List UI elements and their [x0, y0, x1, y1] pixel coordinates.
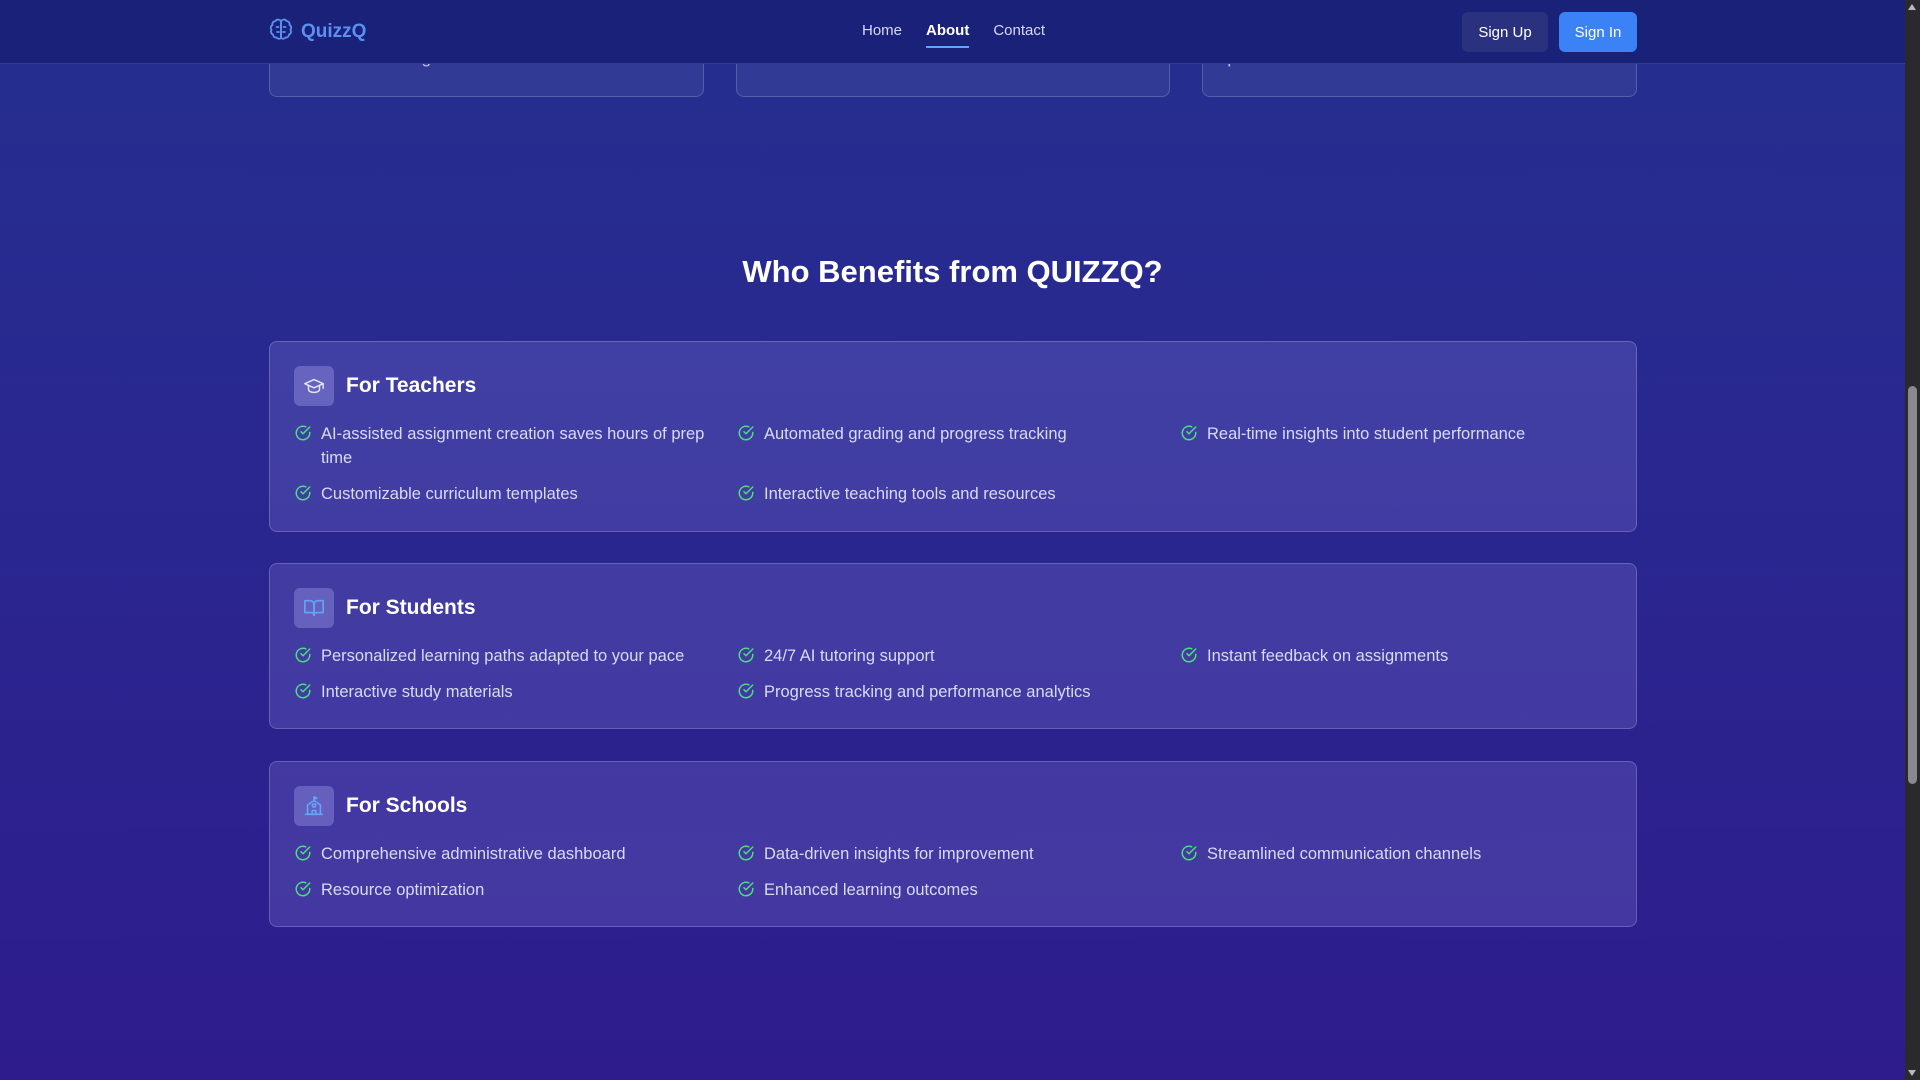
check-circle-icon — [738, 485, 754, 501]
list-item-text: Personalized learning paths adapted to y… — [321, 647, 685, 665]
benefit-list: Personalized learning paths adapted to y… — [294, 644, 1614, 704]
list-item-text: Comprehensive administrative dashboard — [321, 845, 626, 863]
list-item-text: Interactive teaching tools and resources — [764, 485, 1056, 503]
check-circle-icon — [1181, 845, 1197, 861]
page: feedback on assignments and information … — [0, 0, 1905, 1080]
list-item: Streamlined communication channels — [1180, 842, 1614, 866]
nav-link-home[interactable]: Home — [862, 22, 902, 45]
list-item-text: Resource optimization — [321, 881, 485, 899]
card-header: For Teachers — [294, 366, 476, 406]
list-item-text: 24/7 AI tutoring support — [764, 647, 935, 665]
check-circle-icon — [295, 881, 311, 897]
card-title: For Teachers — [346, 374, 477, 397]
check-circle-icon — [1181, 425, 1197, 441]
list-item-text: Streamlined communication channels — [1207, 845, 1482, 863]
check-circle-icon — [295, 845, 311, 861]
vertical-scrollbar[interactable] — [1905, 0, 1920, 1080]
list-item: Interactive study materials — [294, 680, 737, 704]
scrollbar-thumb[interactable] — [1908, 386, 1917, 784]
scroll-up-arrow-icon[interactable] — [1908, 4, 1916, 10]
check-circle-icon — [295, 425, 311, 441]
list-item-text: Customizable curriculum templates — [321, 485, 578, 503]
book-open-icon — [294, 588, 334, 628]
nav-link-contact[interactable]: Contact — [993, 22, 1045, 45]
graduation-cap-icon — [294, 366, 334, 406]
list-item: Interactive teaching tools and resources — [737, 482, 1180, 506]
check-circle-icon — [295, 683, 311, 699]
sign-up-button[interactable]: Sign Up — [1462, 12, 1548, 52]
benefit-list: Comprehensive administrative dashboard D… — [294, 842, 1614, 902]
check-circle-icon — [738, 425, 754, 441]
check-circle-icon — [295, 485, 311, 501]
list-item: Data-driven insights for improvement — [737, 842, 1180, 866]
brain-icon — [269, 18, 293, 47]
scroll-down-arrow-icon[interactable] — [1908, 1070, 1916, 1076]
card-header: For Schools — [294, 786, 467, 826]
list-item-text: Instant feedback on assignments — [1207, 647, 1449, 665]
benefit-card-students: For Students Personalized learning paths… — [269, 563, 1637, 729]
list-item-text: Automated grading and progress tracking — [764, 425, 1067, 443]
sign-in-button[interactable]: Sign In — [1559, 12, 1637, 52]
list-item: Enhanced learning outcomes — [737, 878, 1180, 902]
list-item: 24/7 AI tutoring support — [737, 644, 1180, 668]
card-header: For Students — [294, 588, 476, 628]
benefit-card-schools: For Schools Comprehensive administrative… — [269, 761, 1637, 927]
list-item-text: Enhanced learning outcomes — [764, 881, 978, 899]
card-title: For Schools — [346, 794, 468, 817]
check-circle-icon — [738, 647, 754, 663]
card-title: For Students — [346, 596, 476, 619]
list-item-text: Data-driven insights for improvement — [764, 845, 1034, 863]
list-item: Automated grading and progress tracking — [737, 422, 1180, 470]
brand-logo[interactable]: QuizzQ — [269, 18, 367, 47]
list-item: Personalized learning paths adapted to y… — [294, 644, 737, 668]
list-item-text: AI-assisted assignment creation saves ho… — [321, 425, 705, 467]
list-item: Real-time insights into student performa… — [1180, 422, 1614, 470]
check-circle-icon — [1181, 647, 1197, 663]
list-item-text: Progress tracking and performance analyt… — [764, 683, 1091, 701]
nav-link-about[interactable]: About — [926, 22, 970, 48]
check-circle-icon — [295, 647, 311, 663]
list-item-text: Real-time insights into student performa… — [1207, 425, 1526, 443]
nav-links: Home About Contact — [862, 22, 1045, 48]
list-item-text: Interactive study materials — [321, 683, 513, 701]
list-item: Instant feedback on assignments — [1180, 644, 1614, 668]
benefit-card-teachers: For Teachers AI-assisted assignment crea… — [269, 341, 1637, 532]
top-navbar: QuizzQ Home About Contact Sign Up Sign I… — [0, 0, 1905, 64]
list-item: AI-assisted assignment creation saves ho… — [294, 422, 737, 470]
list-item: Progress tracking and performance analyt… — [737, 680, 1180, 704]
list-item: Comprehensive administrative dashboard — [294, 842, 737, 866]
school-icon — [294, 786, 334, 826]
list-item: Customizable curriculum templates — [294, 482, 737, 506]
brand-name: QuizzQ — [301, 21, 367, 42]
check-circle-icon — [738, 881, 754, 897]
check-circle-icon — [738, 683, 754, 699]
section-title: Who Benefits from QUIZZQ? — [742, 254, 1163, 289]
check-circle-icon — [738, 845, 754, 861]
list-item: Resource optimization — [294, 878, 737, 902]
benefit-list: AI-assisted assignment creation saves ho… — [294, 422, 1614, 506]
